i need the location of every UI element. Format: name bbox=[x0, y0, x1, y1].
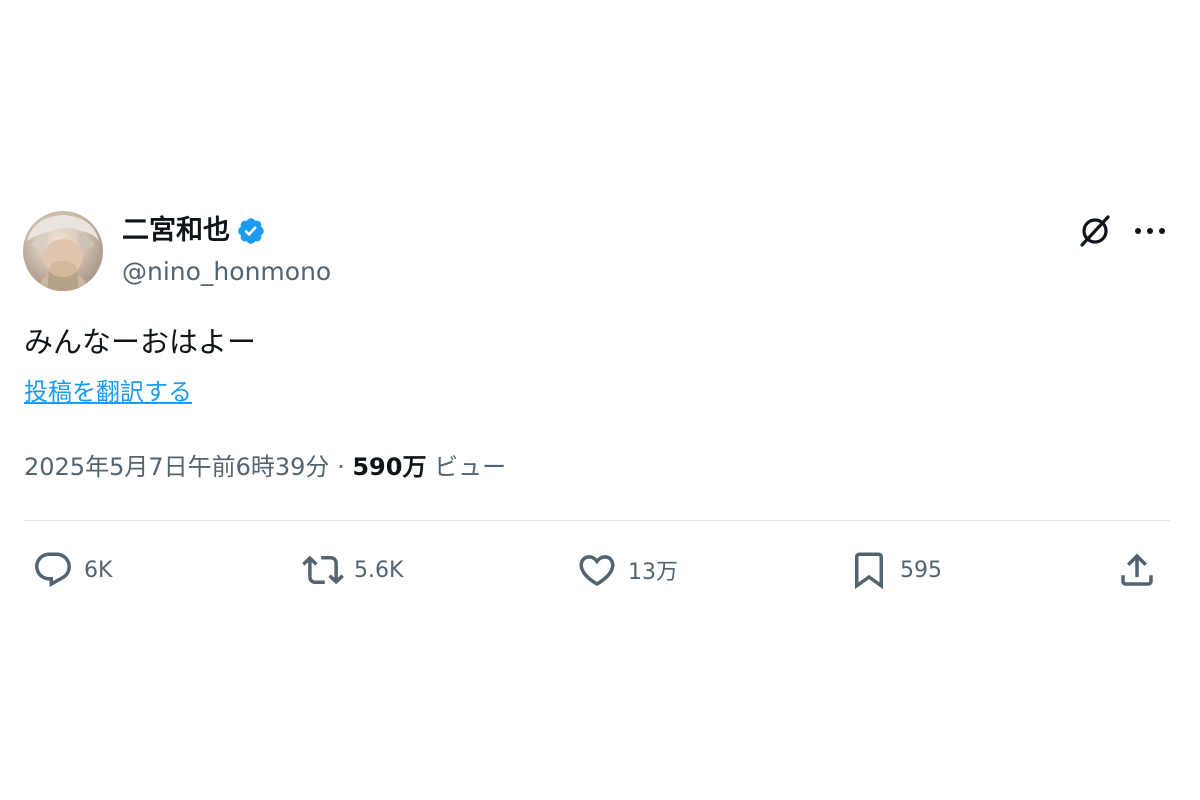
reply-count: 6K bbox=[84, 557, 113, 583]
display-name[interactable]: 二宮和也 bbox=[122, 211, 230, 251]
tweet-timestamp[interactable]: 2025年5月7日午前6時39分 bbox=[24, 453, 329, 481]
display-name-row[interactable]: 二宮和也 bbox=[122, 211, 266, 251]
tweet-meta: 2025年5月7日午前6時39分 · 590万 ビュー bbox=[24, 447, 506, 487]
grok-icon bbox=[1080, 215, 1110, 247]
user-handle[interactable]: @nino_honmono bbox=[122, 254, 331, 290]
divider bbox=[24, 520, 1170, 521]
avatar[interactable] bbox=[23, 211, 103, 291]
grok-button[interactable] bbox=[1076, 212, 1114, 250]
share-icon bbox=[1121, 553, 1153, 586]
views-count[interactable]: 590万 bbox=[352, 453, 426, 481]
like-button[interactable]: 13万 bbox=[576, 546, 678, 594]
reply-button[interactable]: 6K bbox=[32, 546, 112, 594]
bookmark-icon bbox=[855, 552, 883, 590]
translate-post-link[interactable]: 投稿を翻訳する bbox=[24, 374, 192, 410]
more-button[interactable] bbox=[1131, 212, 1169, 250]
bookmark-count: 595 bbox=[900, 557, 942, 583]
repost-button[interactable]: 5.6K bbox=[302, 546, 403, 594]
verified-badge-icon[interactable] bbox=[236, 216, 266, 246]
tweet-text: みんなーおはよー bbox=[24, 325, 257, 359]
tweet-card: 二宮和也 @nino_honmono みんなーおはよー 投稿を翻訳する 2025… bbox=[0, 0, 1200, 800]
like-count: 13万 bbox=[628, 560, 678, 585]
repost-icon bbox=[302, 555, 344, 585]
reply-icon bbox=[35, 552, 71, 587]
meta-separator: · bbox=[337, 453, 345, 481]
heart-icon bbox=[579, 555, 615, 587]
repost-count: 5.6K bbox=[354, 557, 404, 583]
bookmark-button[interactable]: 595 bbox=[848, 546, 942, 594]
more-icon bbox=[1135, 228, 1165, 234]
avatar-image bbox=[27, 215, 99, 291]
share-button[interactable] bbox=[1116, 546, 1158, 594]
views-label: ビュー bbox=[434, 453, 507, 481]
